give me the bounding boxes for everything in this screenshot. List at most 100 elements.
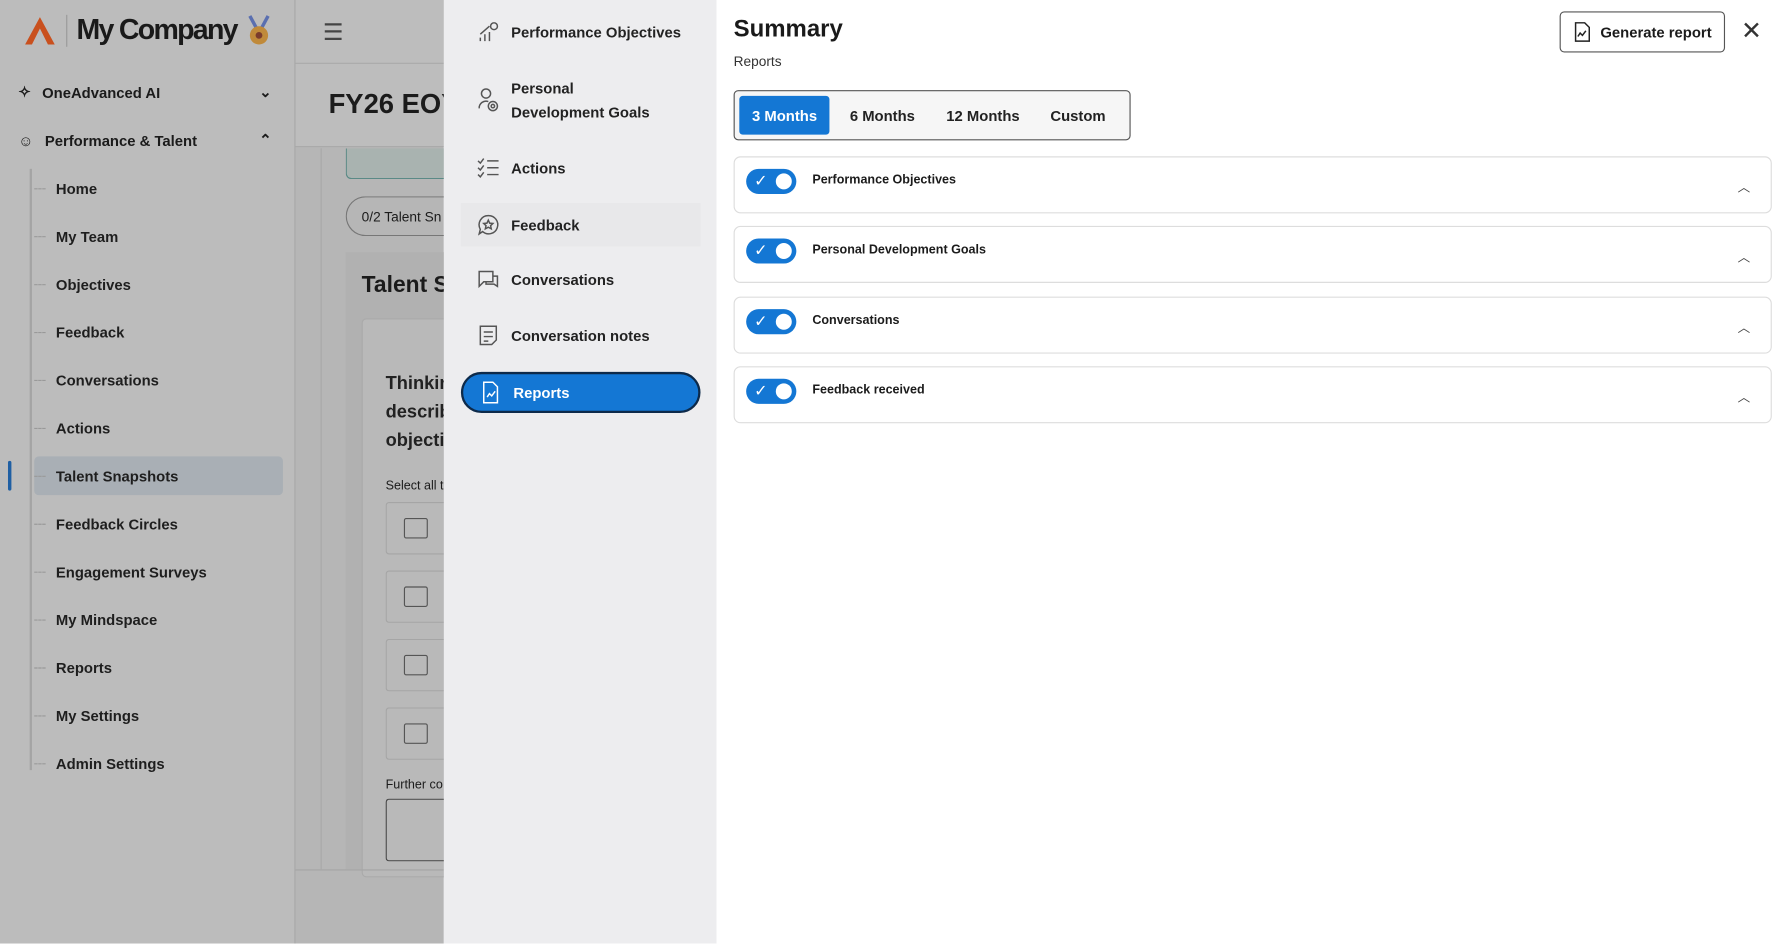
select-hint: Select all th (385, 479, 451, 493)
oneadvanced-logo-icon (25, 16, 55, 44)
nav-section-performance-talent[interactable]: ☺ Performance & Talent ⌃ (18, 123, 271, 157)
person-target-icon (478, 88, 499, 112)
sidebar-item-conversations[interactable]: Conversations (34, 361, 283, 400)
checkbox[interactable] (403, 586, 428, 607)
section-label: Conversations (812, 313, 900, 328)
tree-line (29, 168, 32, 771)
nav-feedback[interactable]: Feedback (460, 203, 701, 247)
hamburger-menu-icon[interactable]: ☰ (323, 18, 343, 47)
section-label: Feedback received (812, 383, 925, 398)
brand-name: My Company (76, 13, 238, 46)
content-divider (320, 148, 322, 870)
include-toggle[interactable]: ✓ (746, 168, 797, 194)
sidebar-item-my-team[interactable]: My Team (34, 217, 283, 256)
checklist-icon (477, 158, 499, 178)
include-toggle[interactable]: ✓ (746, 378, 797, 404)
sidebar-item-feedback-circles[interactable]: Feedback Circles (34, 504, 283, 543)
nav-reports[interactable]: Reports (460, 371, 701, 414)
company-logo: My Company (23, 14, 271, 47)
nav-conversation-notes[interactable]: Conversation notes (461, 319, 701, 351)
report-file-icon (1574, 22, 1590, 42)
summary-panel: Summary Reports Generate report ✕ 3 Mont… (716, 0, 1789, 944)
question-card: Thinkin describ objectiv Select all th Fur… (361, 318, 455, 878)
nav-label: Reports (513, 383, 570, 402)
chevron-up-icon: ⌃ (259, 131, 272, 149)
sidebar-item-talent-snapshots[interactable]: Talent Snapshots (34, 456, 283, 496)
nav-personal-development-goals[interactable]: Personal Development Goals (461, 75, 701, 125)
sidebar-item-actions[interactable]: Actions (34, 408, 283, 447)
nav-conversations[interactable]: Conversations (461, 264, 701, 296)
main-content: ☰ FY26 EOY 0/2 Talent Sn Talent S Thinki… (295, 0, 460, 944)
sidebar-item-my-mindspace[interactable]: My Mindspace (34, 600, 283, 639)
sidebar-item-my-settings[interactable]: My Settings (34, 696, 283, 735)
toggle-knob (775, 383, 792, 400)
check-icon: ✓ (754, 381, 768, 400)
active-indicator (7, 460, 12, 491)
sidebar: My Company ✧ OneAdvanced AI ⌄ ☺ Performance… (0, 0, 296, 944)
chevron-up-icon[interactable]: ︿ (1738, 178, 1751, 196)
nav-label: Personal Development Goals (511, 79, 650, 121)
chevron-up-icon[interactable]: ︿ (1738, 248, 1751, 266)
checkbox[interactable] (403, 723, 428, 744)
checkbox[interactable] (403, 517, 428, 539)
toggle-knob (775, 243, 792, 259)
period-custom[interactable]: Custom (1031, 96, 1125, 135)
sidebar-item-reports[interactable]: Reports (34, 648, 283, 687)
summary-subtitle: Reports (733, 53, 782, 70)
page-header: ☰ FY26 EOY (295, 0, 459, 148)
sparkle-icon: ✧ (18, 83, 31, 101)
summary-nav-panel: Performance Objectives Personal Developm… (443, 0, 717, 944)
include-toggle[interactable]: ✓ (746, 309, 797, 335)
period-3-months[interactable]: 3 Months (739, 95, 830, 135)
section-personal-development-goals[interactable]: ✓ Personal Development Goals ︿ (733, 225, 1772, 283)
sidebar-item-feedback[interactable]: Feedback (34, 313, 283, 352)
sidebar-item-objectives[interactable]: Objectives (34, 265, 283, 304)
section-performance-objectives[interactable]: ✓ Performance Objectives ︿ (733, 156, 1772, 214)
generate-report-button[interactable]: Generate report (1559, 11, 1726, 53)
further-comments-label: Further co (385, 778, 443, 792)
nav-performance-objectives[interactable]: Performance Objectives (461, 16, 701, 48)
medal-icon (247, 14, 270, 44)
period-6-months[interactable]: 6 Months (830, 96, 935, 135)
chat-bubbles-icon (478, 270, 499, 289)
period-12-months[interactable]: 12 Months (935, 96, 1031, 135)
section-conversations[interactable]: ✓ Conversations ︿ (733, 296, 1772, 354)
feedback-star-icon (477, 214, 499, 236)
check-icon: ✓ (754, 171, 768, 190)
nav-label: Conversations (511, 270, 615, 289)
progress-chip[interactable]: 0/2 Talent Sn (345, 196, 460, 237)
checkbox[interactable] (403, 654, 428, 676)
nav-section-oneadvanced-ai[interactable]: ✧ OneAdvanced AI ⌄ (18, 75, 271, 109)
check-icon: ✓ (754, 311, 768, 330)
page-title: FY26 EOY (328, 88, 460, 120)
chevron-up-icon[interactable]: ︿ (1738, 388, 1751, 406)
people-award-icon: ☺ (18, 131, 34, 149)
chart-target-icon (479, 22, 499, 42)
nav-actions[interactable]: Actions (461, 152, 701, 184)
nav-label: Feedback (511, 216, 580, 234)
section-label: Personal Development Goals (812, 243, 986, 257)
toggle-knob (775, 313, 792, 330)
notes-icon (479, 325, 498, 346)
nav-label: Conversation notes (511, 326, 650, 344)
talent-snapshot-card: Talent S Thinkin describ objectiv Select a… (345, 252, 455, 878)
toggle-knob (775, 173, 792, 190)
check-icon: ✓ (754, 240, 768, 259)
include-toggle[interactable]: ✓ (746, 238, 797, 264)
generate-report-label: Generate report (1600, 23, 1712, 41)
chevron-up-icon[interactable]: ︿ (1738, 318, 1751, 336)
summary-title: Summary (733, 15, 843, 43)
footer-divider (295, 869, 444, 871)
chevron-down-icon: ⌄ (259, 83, 272, 101)
close-icon[interactable]: ✕ (1741, 18, 1762, 43)
nav-label: Performance Objectives (511, 23, 681, 41)
sidebar-item-admin-settings[interactable]: Admin Settings (34, 744, 283, 783)
section-feedback-received[interactable]: ✓ Feedback received ︿ (733, 366, 1772, 424)
info-banner (345, 148, 449, 180)
period-selector: 3 Months 6 Months 12 Months Custom (733, 90, 1131, 141)
card-title: Talent S (361, 272, 449, 298)
section-label: Performance Objectives (812, 173, 957, 188)
sidebar-item-home[interactable]: Home (34, 169, 283, 208)
sidebar-item-engagement-surveys[interactable]: Engagement Surveys (34, 552, 283, 591)
nav-label: Actions (511, 159, 566, 177)
